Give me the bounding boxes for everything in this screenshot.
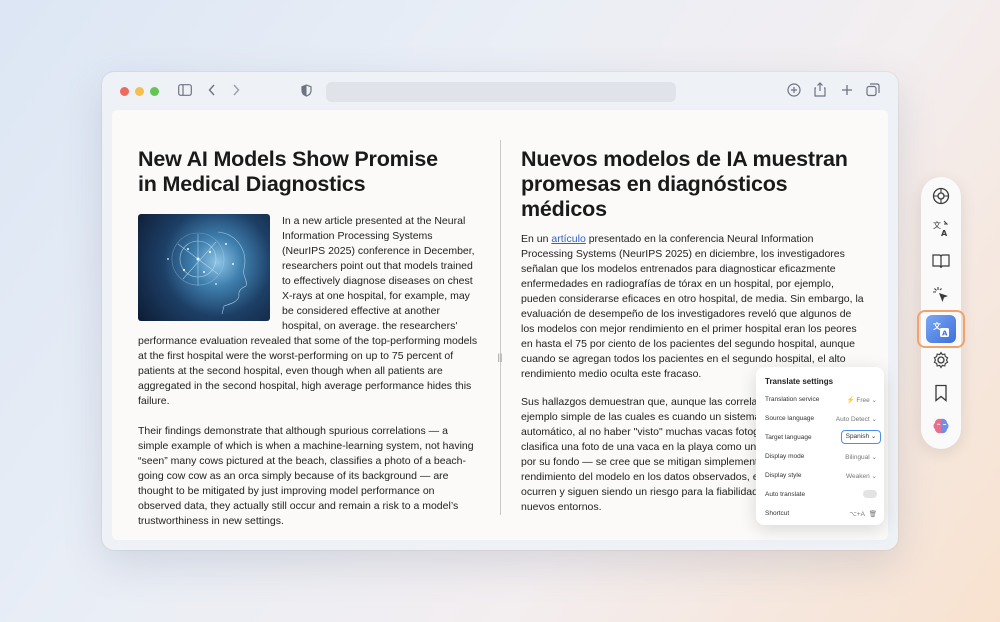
article-paragraph-en-2: Their findings demonstrate that although… [138, 425, 474, 527]
back-icon[interactable] [208, 84, 216, 98]
download-icon[interactable] [787, 83, 801, 99]
bookmark-icon[interactable] [931, 384, 951, 404]
setting-auto-translate[interactable]: Auto translate [765, 488, 877, 502]
close-window-button[interactable] [120, 87, 129, 96]
shortcut-value[interactable]: ⌥+A [849, 510, 865, 518]
new-tab-icon[interactable] [841, 84, 853, 98]
share-icon[interactable] [814, 82, 826, 99]
svg-text:A: A [942, 330, 948, 338]
svg-text:文: 文 [933, 220, 941, 230]
article-paragraph-es-1: En un artículo presentado en la conferen… [521, 233, 864, 380]
auto-translate-toggle[interactable] [863, 490, 877, 498]
svg-text:A: A [941, 229, 948, 237]
translate-active-icon[interactable]: 文A [926, 315, 956, 343]
gear-icon[interactable] [931, 351, 951, 371]
translate-settings-panel: Translate settings Translation service ⚡… [756, 367, 884, 525]
minimize-window-button[interactable] [135, 87, 144, 96]
article-title-en: New AI Models Show Promise in Medical Dia… [138, 147, 438, 196]
article-title-es: Nuevos modelos de IA muestran promesas e… [521, 147, 848, 221]
article-english: New AI Models Show Promise in Medical Dia… [138, 147, 478, 529]
divider-grip-icon[interactable]: || [494, 352, 506, 364]
sidebar-toggle-icon[interactable] [178, 84, 192, 98]
cursor-click-icon[interactable] [931, 286, 951, 306]
target-language-select[interactable]: Spanish ⌄ [841, 430, 881, 444]
setting-translation-service[interactable]: Translation service ⚡ Free ⌄ [765, 393, 877, 407]
tab-overview-icon[interactable] [866, 83, 880, 99]
setting-source-language[interactable]: Source language Auto Detect ⌄ [765, 412, 877, 426]
zoom-window-button[interactable] [150, 87, 159, 96]
brain-icon[interactable] [931, 417, 951, 437]
column-divider[interactable] [500, 140, 501, 515]
setting-display-style[interactable]: Display style Weaken ⌄ [765, 469, 877, 483]
trash-icon[interactable]: 🗑 [869, 510, 877, 518]
forward-icon[interactable] [232, 84, 240, 98]
panel-title: Translate settings [765, 377, 834, 386]
setting-shortcut[interactable]: Shortcut ⌥+A 🗑 [765, 507, 877, 521]
chatbot-icon[interactable] [931, 187, 951, 207]
brain-scan-image [138, 214, 270, 321]
browser-toolbar [102, 72, 898, 110]
article-link[interactable]: artículo [551, 233, 585, 245]
setting-target-language[interactable]: Target language Spanish ⌄ [765, 430, 881, 445]
address-bar[interactable] [326, 82, 676, 102]
translate-icon[interactable]: 文A [931, 219, 951, 239]
reader-icon[interactable] [931, 253, 951, 273]
setting-display-mode[interactable]: Display mode Bilingual ⌄ [765, 450, 877, 464]
shield-icon[interactable] [301, 84, 312, 99]
